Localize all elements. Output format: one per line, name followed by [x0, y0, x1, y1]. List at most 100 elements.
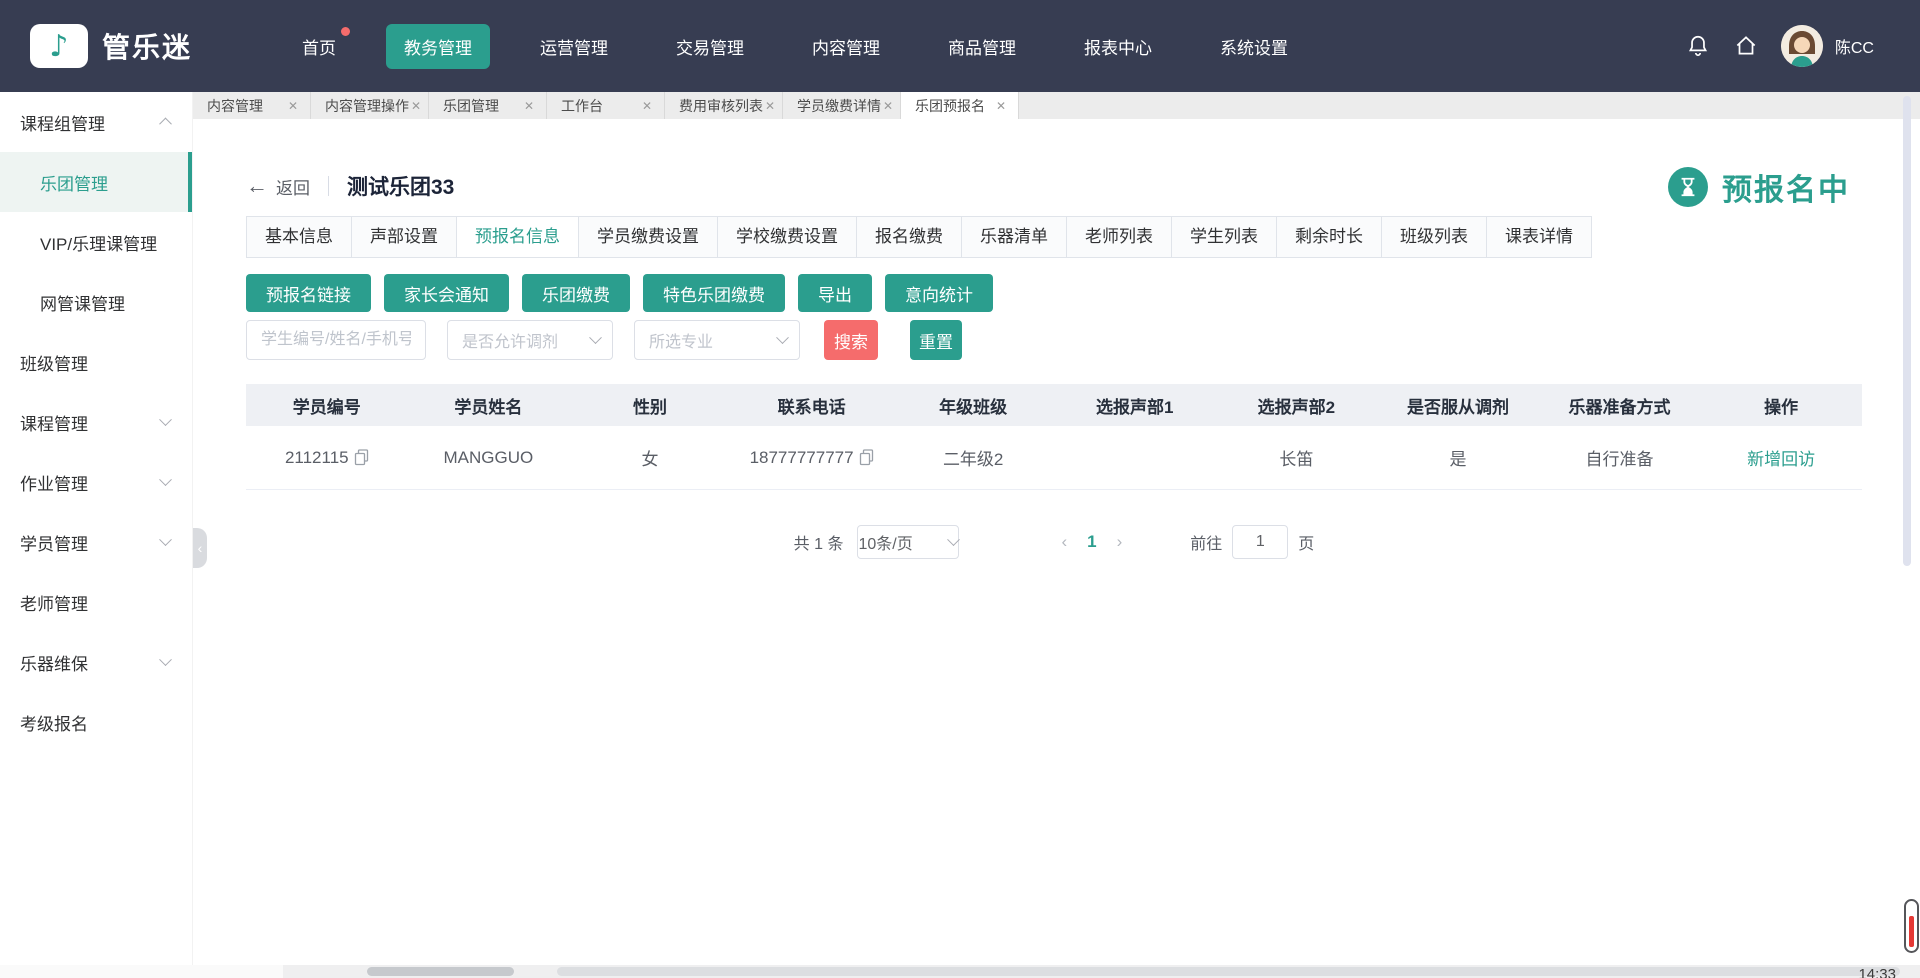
close-icon[interactable]: ✕ — [286, 99, 300, 113]
scrollbar-thumb[interactable] — [557, 967, 1900, 976]
close-icon[interactable]: ✕ — [640, 99, 654, 113]
page-tab-payment-detail[interactable]: 学员缴费详情 ✕ — [783, 92, 901, 119]
nav-item-products[interactable]: 商品管理 — [930, 24, 1034, 69]
page-tab-preregistration[interactable]: 乐团预报名 ✕ — [901, 92, 1019, 119]
tab-registration-payment[interactable]: 报名缴费 — [857, 217, 962, 257]
page-tab-workbench[interactable]: 工作台 ✕ — [547, 92, 665, 119]
cell-grade-class: 二年级2 — [892, 445, 1054, 470]
close-icon[interactable]: ✕ — [881, 99, 895, 113]
search-button[interactable]: 搜索 — [824, 320, 878, 360]
close-icon[interactable]: ✕ — [994, 99, 1008, 113]
allow-adjust-select[interactable]: 是否允许调剂 — [447, 320, 613, 360]
nav-item-academic[interactable]: 教务管理 — [386, 24, 490, 69]
goto-page-input[interactable] — [1232, 525, 1288, 559]
parent-notice-button[interactable]: 家长会通知 — [384, 274, 509, 312]
tab-remaining-time[interactable]: 剩余时长 — [1277, 217, 1382, 257]
prev-page-button[interactable]: ‹ — [1049, 532, 1079, 552]
nav-item-content[interactable]: 内容管理 — [794, 24, 898, 69]
tab-basic-info[interactable]: 基本信息 — [247, 217, 352, 257]
clock-text: 14:33 — [1858, 965, 1896, 978]
page-size-select[interactable]: 10条/页 — [857, 525, 959, 559]
next-page-button[interactable]: › — [1105, 532, 1135, 552]
sidebar-item-course-mgmt[interactable]: 课程管理 — [0, 392, 192, 452]
scrollbar-thumb[interactable] — [367, 967, 514, 976]
students-table: 学员编号 学员姓名 性别 联系电话 年级班级 选报声部1 选报声部2 是否服从调… — [246, 384, 1862, 490]
col-grade-class: 年级班级 — [892, 393, 1054, 418]
avatar[interactable] — [1781, 25, 1823, 67]
home-icon[interactable] — [1733, 33, 1759, 59]
col-student-name: 学员姓名 — [408, 393, 570, 418]
sidebar-item-class-mgmt[interactable]: 班级管理 — [0, 332, 192, 392]
nav-item-reports[interactable]: 报表中心 — [1066, 24, 1170, 69]
back-button[interactable]: 返回 — [276, 174, 310, 199]
nav-item-settings[interactable]: 系统设置 — [1202, 24, 1306, 69]
preregistration-link-button[interactable]: 预报名链接 — [246, 274, 371, 312]
current-page[interactable]: 1 — [1079, 532, 1104, 552]
sidebar-item-vip-theory[interactable]: VIP/乐理课管理 — [0, 212, 192, 272]
intent-stats-button[interactable]: 意向统计 — [885, 274, 993, 312]
page-tab-bar: 内容管理 ✕ 内容管理操作 ✕ 乐团管理 ✕ 工作台 ✕ 费用审核列表 ✕ 学员… — [193, 92, 1920, 119]
sidebar-item-grading-registration[interactable]: 考级报名 — [0, 692, 192, 752]
chevron-up-icon — [159, 117, 172, 130]
cell-obey-adjust: 是 — [1377, 445, 1539, 470]
tab-class-list[interactable]: 班级列表 — [1382, 217, 1487, 257]
brand-logo-icon: ♪ — [30, 24, 88, 68]
sidebar-item-instrument-maintenance[interactable]: 乐器维保 — [0, 632, 192, 692]
user-name[interactable]: 陈CC — [1835, 34, 1874, 58]
sidebar-item-online-course[interactable]: 网管课管理 — [0, 272, 192, 332]
close-icon[interactable]: ✕ — [763, 99, 777, 113]
action-button-row: 预报名链接 家长会通知 乐团缴费 特色乐团缴费 导出 意向统计 — [246, 274, 1862, 312]
goto-label: 前往 — [1190, 530, 1222, 554]
col-actions: 操作 — [1700, 393, 1862, 418]
copy-icon[interactable] — [354, 449, 369, 466]
sidebar-item-homework-mgmt[interactable]: 作业管理 — [0, 452, 192, 512]
bell-icon[interactable] — [1685, 33, 1711, 59]
nav-item-operations[interactable]: 运营管理 — [522, 24, 626, 69]
chevron-down-icon — [589, 331, 602, 344]
tab-teacher-list[interactable]: 老师列表 — [1067, 217, 1172, 257]
recording-indicator — [1904, 899, 1919, 953]
sidebar-item-orchestra-mgmt[interactable]: 乐团管理 — [0, 152, 192, 212]
pagination: 共 1 条 10条/页 ‹ 1 › 前往 页 — [246, 525, 1862, 559]
filter-row: 是否允许调剂 所选专业 搜索 重置 — [246, 320, 1862, 360]
col-instrument-prep: 乐器准备方式 — [1539, 393, 1701, 418]
chevron-down-icon — [776, 331, 789, 344]
tab-student-payment-settings[interactable]: 学员缴费设置 — [579, 217, 718, 257]
col-phone: 联系电话 — [731, 393, 893, 418]
sidebar-item-teacher-mgmt[interactable]: 老师管理 — [0, 572, 192, 632]
tab-student-list[interactable]: 学生列表 — [1172, 217, 1277, 257]
add-followup-link[interactable]: 新增回访 — [1700, 445, 1862, 470]
major-select[interactable]: 所选专业 — [634, 320, 800, 360]
chevron-down-icon — [159, 473, 172, 486]
title-row: ← 返回 测试乐团33 — [246, 166, 1862, 206]
close-icon[interactable]: ✕ — [522, 99, 536, 113]
export-button[interactable]: 导出 — [798, 274, 872, 312]
keyword-search-input[interactable] — [246, 320, 426, 360]
page-tab-fee-review[interactable]: 费用审核列表 ✕ — [665, 92, 783, 119]
tab-school-payment-settings[interactable]: 学校缴费设置 — [718, 217, 857, 257]
page-unit-label: 页 — [1298, 530, 1314, 554]
vertical-scrollbar-thumb[interactable] — [1903, 96, 1911, 566]
tab-preregistration-info[interactable]: 预报名信息 — [457, 217, 579, 257]
tab-schedule-detail[interactable]: 课表详情 — [1487, 217, 1591, 257]
tab-instrument-list[interactable]: 乐器清单 — [962, 217, 1067, 257]
close-icon[interactable]: ✕ — [409, 99, 423, 113]
sidebar-collapse-handle[interactable]: ‹ — [193, 528, 207, 568]
copy-icon[interactable] — [859, 449, 874, 466]
orchestra-payment-button[interactable]: 乐团缴费 — [522, 274, 630, 312]
reset-button[interactable]: 重置 — [910, 320, 962, 360]
special-orchestra-payment-button[interactable]: 特色乐团缴费 — [643, 274, 785, 312]
page-tab-content-ops[interactable]: 内容管理操作 ✕ — [311, 92, 429, 119]
cell-student-id: 2112115 — [246, 448, 408, 468]
chevron-down-icon — [948, 533, 961, 546]
page-tab-content-mgmt[interactable]: 内容管理 ✕ — [193, 92, 311, 119]
page-tab-orchestra-mgmt[interactable]: 乐团管理 ✕ — [429, 92, 547, 119]
back-arrow-icon[interactable]: ← — [246, 175, 268, 197]
tab-voice-settings[interactable]: 声部设置 — [352, 217, 457, 257]
sidebar-item-student-mgmt[interactable]: 学员管理 — [0, 512, 192, 572]
col-gender: 性别 — [569, 393, 731, 418]
nav-item-transactions[interactable]: 交易管理 — [658, 24, 762, 69]
col-obey-adjust: 是否服从调剂 — [1377, 393, 1539, 418]
nav-item-home[interactable]: 首页 — [284, 24, 354, 69]
sidebar-item-course-group[interactable]: 课程组管理 — [0, 92, 192, 152]
